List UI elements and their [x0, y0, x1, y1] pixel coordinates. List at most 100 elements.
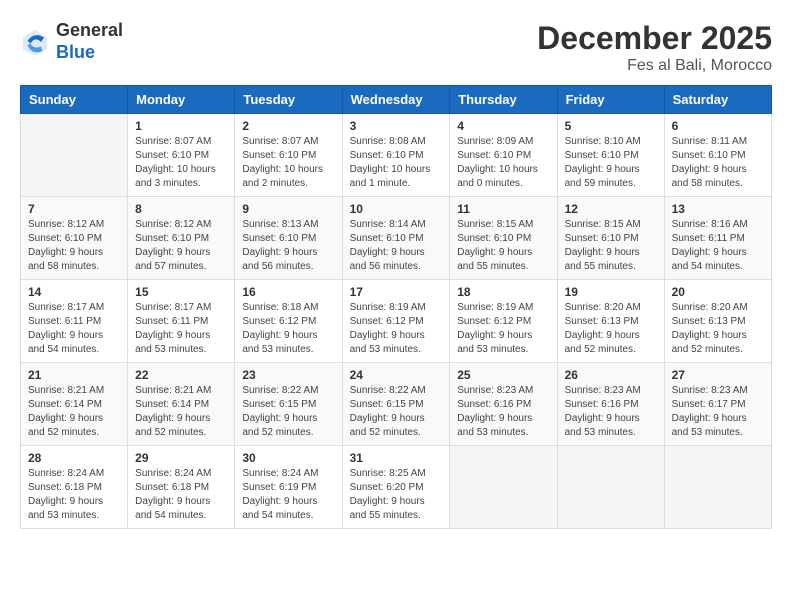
- day-cell: 16 Sunrise: 8:18 AMSunset: 6:12 PMDayligh…: [235, 280, 342, 363]
- day-number: 25: [457, 368, 549, 382]
- week-row-2: 7 Sunrise: 8:12 AMSunset: 6:10 PMDaylight…: [21, 197, 772, 280]
- day-number: 20: [672, 285, 764, 299]
- day-cell: 19 Sunrise: 8:20 AMSunset: 6:13 PMDayligh…: [557, 280, 664, 363]
- day-info: Sunrise: 8:23 AMSunset: 6:16 PMDaylight:…: [565, 384, 657, 440]
- day-cell: 4 Sunrise: 8:09 AMSunset: 6:10 PMDaylight…: [450, 114, 557, 197]
- week-row-3: 14 Sunrise: 8:17 AMSunset: 6:11 PMDayligh…: [21, 280, 772, 363]
- day-cell: 22 Sunrise: 8:21 AMSunset: 6:14 PMDayligh…: [128, 363, 235, 446]
- logo: General Blue: [20, 20, 123, 63]
- day-number: 16: [242, 285, 334, 299]
- day-cell: 28Sunrise: 8:24 AMSunset: 6:18 PMDayligh…: [21, 446, 128, 529]
- day-cell: [450, 446, 557, 529]
- logo-icon: [20, 27, 50, 57]
- weekday-header-saturday: Saturday: [664, 86, 771, 114]
- weekday-header-tuesday: Tuesday: [235, 86, 342, 114]
- day-number: 3: [350, 119, 443, 133]
- calendar-body: 1 Sunrise: 8:07 AMSunset: 6:10 PMDaylight…: [21, 114, 772, 529]
- day-info: Sunrise: 8:18 AMSunset: 6:12 PMDaylight:…: [242, 301, 334, 357]
- day-cell: 3Sunrise: 8:08 AMSunset: 6:10 PMDaylight…: [342, 114, 450, 197]
- day-cell: 17 Sunrise: 8:19 AMSunset: 6:12 PMDayligh…: [342, 280, 450, 363]
- logo-blue: Blue: [56, 42, 123, 64]
- day-number: 17: [350, 285, 443, 299]
- day-info: Sunrise: 8:21 AMSunset: 6:14 PMDaylight:…: [28, 384, 120, 440]
- day-info: Sunrise: 8:24 AMSunset: 6:18 PMDaylight:…: [28, 467, 120, 523]
- weekday-header-wednesday: Wednesday: [342, 86, 450, 114]
- day-cell: [557, 446, 664, 529]
- day-info: Sunrise: 8:23 AMSunset: 6:16 PMDaylight:…: [457, 384, 549, 440]
- day-cell: 21 Sunrise: 8:21 AMSunset: 6:14 PMDayligh…: [21, 363, 128, 446]
- day-number: 26: [565, 368, 657, 382]
- day-number: 21: [28, 368, 120, 382]
- day-cell: 29 Sunrise: 8:24 AMSunset: 6:18 PMDayligh…: [128, 446, 235, 529]
- day-cell: 11 Sunrise: 8:15 AMSunset: 6:10 PMDayligh…: [450, 197, 557, 280]
- week-row-4: 21 Sunrise: 8:21 AMSunset: 6:14 PMDayligh…: [21, 363, 772, 446]
- weekday-header-monday: Monday: [128, 86, 235, 114]
- day-number: 22: [135, 368, 227, 382]
- day-cell: 18Sunrise: 8:19 AMSunset: 6:12 PMDayligh…: [450, 280, 557, 363]
- day-info: Sunrise: 8:25 AMSunset: 6:20 PMDaylight:…: [350, 467, 443, 523]
- day-number: 11: [457, 202, 549, 216]
- day-info: Sunrise: 8:14 AMSunset: 6:10 PMDaylight:…: [350, 218, 443, 274]
- day-info: Sunrise: 8:09 AMSunset: 6:10 PMDaylight:…: [457, 135, 549, 191]
- day-info: Sunrise: 8:12 AMSunset: 6:10 PMDaylight:…: [135, 218, 227, 274]
- weekday-header-thursday: Thursday: [450, 86, 557, 114]
- day-info: Sunrise: 8:16 AMSunset: 6:11 PMDaylight:…: [672, 218, 764, 274]
- day-info: Sunrise: 8:07 AMSunset: 6:10 PMDaylight:…: [135, 135, 227, 191]
- day-cell: 25 Sunrise: 8:23 AMSunset: 6:16 PMDayligh…: [450, 363, 557, 446]
- day-cell: 27Sunrise: 8:23 AMSunset: 6:17 PMDayligh…: [664, 363, 771, 446]
- day-number: 29: [135, 451, 227, 465]
- day-cell: 7Sunrise: 8:12 AMSunset: 6:10 PMDaylight…: [21, 197, 128, 280]
- day-number: 4: [457, 119, 549, 133]
- day-number: 9: [242, 202, 334, 216]
- day-cell: [664, 446, 771, 529]
- day-cell: 15Sunrise: 8:17 AMSunset: 6:11 PMDayligh…: [128, 280, 235, 363]
- day-number: 13: [672, 202, 764, 216]
- day-number: 6: [672, 119, 764, 133]
- day-cell: 26 Sunrise: 8:23 AMSunset: 6:16 PMDayligh…: [557, 363, 664, 446]
- day-number: 23: [242, 368, 334, 382]
- day-number: 14: [28, 285, 120, 299]
- day-cell: 8 Sunrise: 8:12 AMSunset: 6:10 PMDaylight…: [128, 197, 235, 280]
- day-info: Sunrise: 8:07 AMSunset: 6:10 PMDaylight:…: [242, 135, 334, 191]
- day-number: 18: [457, 285, 549, 299]
- day-info: Sunrise: 8:15 AMSunset: 6:10 PMDaylight:…: [457, 218, 549, 274]
- calendar-header: SundayMondayTuesdayWednesdayThursdayFrid…: [21, 86, 772, 114]
- day-cell: 9Sunrise: 8:13 AMSunset: 6:10 PMDaylight…: [235, 197, 342, 280]
- day-number: 7: [28, 202, 120, 216]
- day-info: Sunrise: 8:20 AMSunset: 6:13 PMDaylight:…: [565, 301, 657, 357]
- day-number: 27: [672, 368, 764, 382]
- day-cell: 12 Sunrise: 8:15 AMSunset: 6:10 PMDayligh…: [557, 197, 664, 280]
- logo-general: General: [56, 20, 123, 42]
- day-cell: 5Sunrise: 8:10 AMSunset: 6:10 PMDaylight…: [557, 114, 664, 197]
- calendar-table: SundayMondayTuesdayWednesdayThursdayFrid…: [20, 85, 772, 529]
- day-cell: 2Sunrise: 8:07 AMSunset: 6:10 PMDaylight…: [235, 114, 342, 197]
- day-number: 31: [350, 451, 443, 465]
- day-cell: 31 Sunrise: 8:25 AMSunset: 6:20 PMDayligh…: [342, 446, 450, 529]
- day-number: 24: [350, 368, 443, 382]
- weekday-header-friday: Friday: [557, 86, 664, 114]
- day-info: Sunrise: 8:17 AMSunset: 6:11 PMDaylight:…: [28, 301, 120, 357]
- day-info: Sunrise: 8:22 AMSunset: 6:15 PMDaylight:…: [350, 384, 443, 440]
- day-cell: 23Sunrise: 8:22 AMSunset: 6:15 PMDayligh…: [235, 363, 342, 446]
- day-cell: 30Sunrise: 8:24 AMSunset: 6:19 PMDayligh…: [235, 446, 342, 529]
- day-cell: 14 Sunrise: 8:17 AMSunset: 6:11 PMDayligh…: [21, 280, 128, 363]
- location: Fes al Bali, Morocco: [537, 57, 772, 75]
- day-cell: 10Sunrise: 8:14 AMSunset: 6:10 PMDayligh…: [342, 197, 450, 280]
- day-number: 8: [135, 202, 227, 216]
- day-info: Sunrise: 8:19 AMSunset: 6:12 PMDaylight:…: [350, 301, 443, 357]
- week-row-5: 28Sunrise: 8:24 AMSunset: 6:18 PMDayligh…: [21, 446, 772, 529]
- weekday-row: SundayMondayTuesdayWednesdayThursdayFrid…: [21, 86, 772, 114]
- day-cell: [21, 114, 128, 197]
- day-cell: 13 Sunrise: 8:16 AMSunset: 6:11 PMDayligh…: [664, 197, 771, 280]
- day-info: Sunrise: 8:21 AMSunset: 6:14 PMDaylight:…: [135, 384, 227, 440]
- page-header: General Blue December 2025 Fes al Bali, …: [20, 20, 772, 75]
- weekday-header-sunday: Sunday: [21, 86, 128, 114]
- day-info: Sunrise: 8:20 AMSunset: 6:13 PMDaylight:…: [672, 301, 764, 357]
- day-info: Sunrise: 8:17 AMSunset: 6:11 PMDaylight:…: [135, 301, 227, 357]
- day-number: 12: [565, 202, 657, 216]
- day-info: Sunrise: 8:15 AMSunset: 6:10 PMDaylight:…: [565, 218, 657, 274]
- day-number: 19: [565, 285, 657, 299]
- day-info: Sunrise: 8:24 AMSunset: 6:18 PMDaylight:…: [135, 467, 227, 523]
- day-cell: 6Sunrise: 8:11 AMSunset: 6:10 PMDaylight…: [664, 114, 771, 197]
- day-number: 1: [135, 119, 227, 133]
